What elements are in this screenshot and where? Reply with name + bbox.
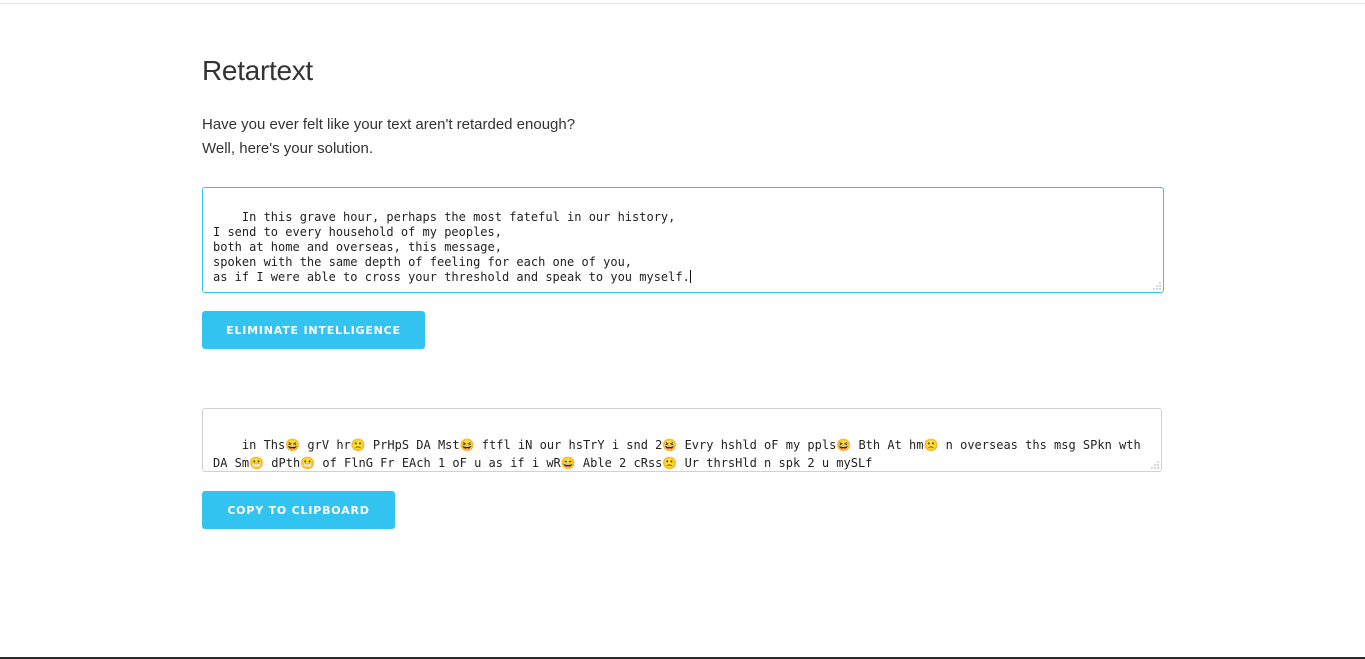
page-title: Retartext [202,55,313,86]
output-text: in Ths😆 grV hr🙁 PrHpS DA Mst😆 ftfl iN ou… [213,438,1148,470]
eliminate-intelligence-button[interactable]: ELIMINATE INTELLIGENCE [202,311,425,349]
tagline-question: Have you ever felt like your text aren't… [202,116,576,133]
resize-handle-icon[interactable] [1153,282,1161,290]
input-text: In this grave hour, perhaps the most fat… [213,210,690,284]
text-caret [689,270,691,283]
input-textarea[interactable]: In this grave hour, perhaps the most fat… [202,187,1164,293]
top-divider [0,3,1365,4]
copy-to-clipboard-button[interactable]: COPY TO CLIPBOARD [202,491,395,529]
tagline-solution: Well, here's your solution. [202,140,373,157]
output-textarea[interactable]: in Ths😆 grV hr🙁 PrHpS DA Mst😆 ftfl iN ou… [202,408,1162,472]
resize-handle-icon[interactable] [1151,461,1159,469]
